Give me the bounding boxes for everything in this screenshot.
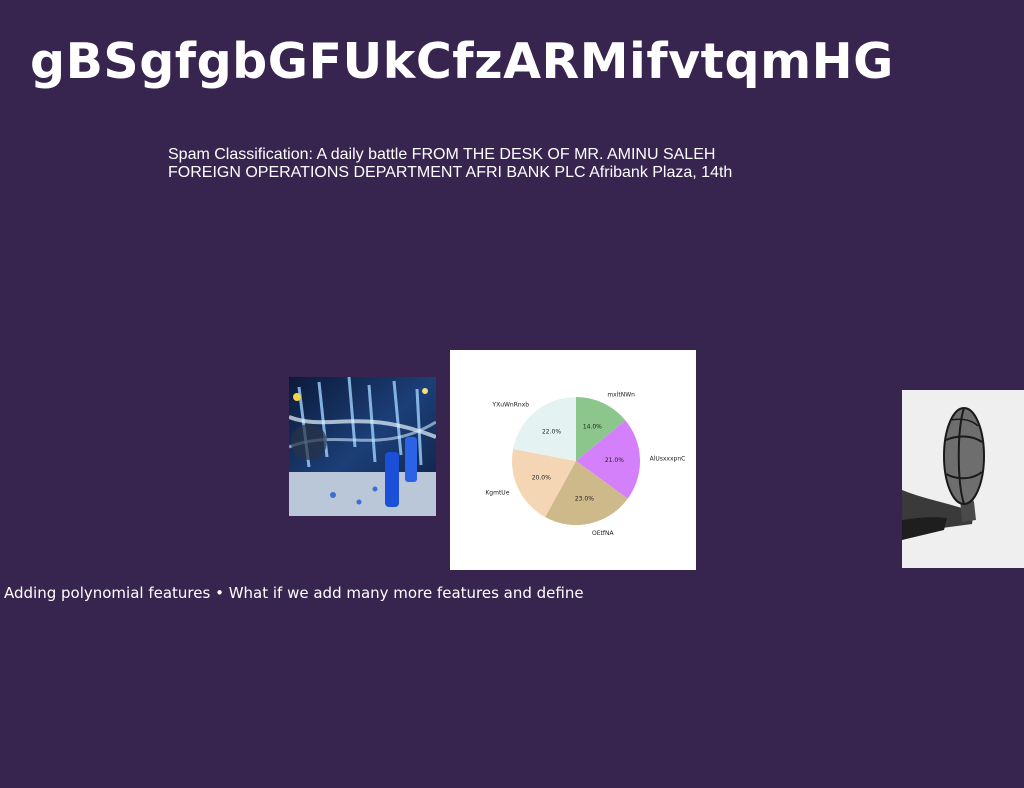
party-glasses-photo [289, 377, 436, 516]
pie-percent-label: 23.0% [575, 495, 594, 502]
body-line-1: Spam Classification: A daily battle FROM… [168, 146, 716, 163]
basketball-image [902, 390, 1024, 568]
pie-category-label: mxltNWn [607, 391, 635, 398]
slide-caption: Adding polynomial features • What if we … [4, 584, 584, 602]
party-glasses-image [289, 377, 436, 516]
pie-percent-label: 20.0% [532, 474, 551, 481]
pie-percent-label: 14.0% [583, 423, 602, 430]
slide-title: gBSgfgbGFUkCfzARMifvtqmHG [30, 33, 894, 90]
pie-category-label: YXuWnRnxb [491, 401, 529, 408]
hand-holding-basketball-photo [902, 390, 1024, 568]
pie-category-label: KgmtUe [485, 489, 509, 496]
pie-percent-label: 22.0% [542, 428, 561, 435]
pie-category-label: AlUsxxxpnC [650, 456, 686, 463]
pie-percent-label: 21.0% [605, 457, 624, 464]
pie-chart-svg: 14.0% mxltNWn 21.0% AlUsxxxpnC 23.0% OEtfNA 20… [485, 391, 686, 537]
body-line-2: FOREIGN OPERATIONS DEPARTMENT AFRI BANK … [168, 164, 733, 181]
pie-chart: 14.0% mxltNWn 21.0% AlUsxxxpnC 23.0% OEtfNA 20… [450, 350, 696, 570]
pie-category-label: OEtfNA [592, 530, 614, 537]
slide-body-text: Spam Classification: A daily battle FROM… [168, 146, 768, 182]
